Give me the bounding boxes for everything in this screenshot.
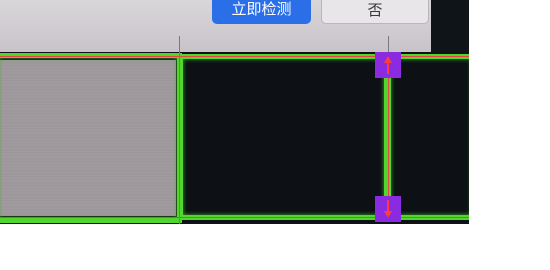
detection-frame-middle — [178, 54, 389, 220]
red-guide-line-vertical — [388, 60, 389, 216]
resize-handle-up-icon[interactable] — [375, 52, 401, 78]
resize-handle-down-icon[interactable] — [375, 196, 401, 222]
camera-screen-photo: 立即检测 否 — [0, 0, 469, 224]
detect-now-button[interactable]: 立即检测 — [212, 0, 311, 24]
guide-line-left — [179, 36, 180, 224]
dialog-panel: 立即检测 否 — [0, 0, 469, 52]
screen-bezel — [431, 0, 469, 52]
no-button[interactable]: 否 — [321, 0, 429, 24]
detection-frame-left — [0, 53, 182, 223]
